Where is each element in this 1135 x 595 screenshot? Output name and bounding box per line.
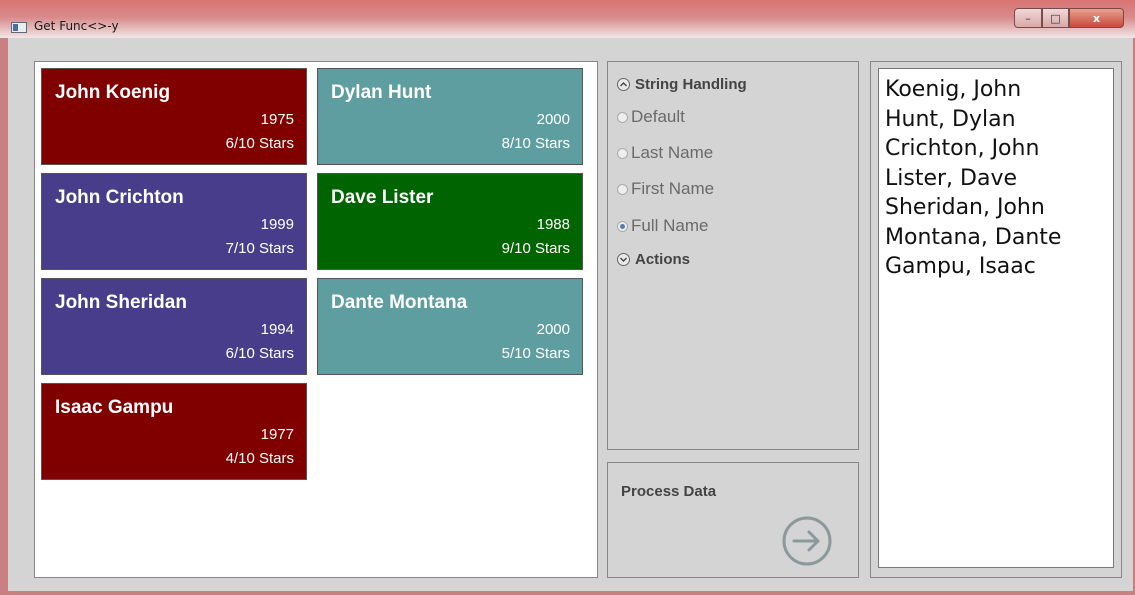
card-rating: 8/10 Stars	[501, 135, 570, 152]
card-rating: 6/10 Stars	[225, 345, 294, 362]
card-rating: 9/10 Stars	[501, 240, 570, 257]
radio-label: Last Name	[631, 143, 714, 162]
card-year: 2000	[536, 111, 570, 128]
radio-label: Full Name	[631, 216, 709, 235]
card-name: John Sheridan	[55, 292, 187, 313]
process-data-label: Process Data	[621, 483, 717, 500]
maximize-button[interactable]: □	[1042, 8, 1069, 28]
character-card[interactable]: Dante Montana 2000 5/10 Stars	[317, 278, 583, 375]
output-panel: Koenig, John Hunt, Dylan Crichton, John …	[870, 61, 1122, 578]
card-year: 1977	[260, 426, 294, 443]
arrow-right-circle-icon[interactable]	[781, 515, 833, 567]
card-year: 2000	[536, 321, 570, 338]
process-data-button[interactable]: Process Data	[607, 462, 859, 578]
minimize-icon: –	[1025, 11, 1031, 25]
character-card[interactable]: Dylan Hunt 2000 8/10 Stars	[317, 68, 583, 165]
chevron-up-icon[interactable]	[617, 78, 630, 91]
close-button[interactable]: x	[1069, 8, 1124, 28]
radio-button-icon[interactable]	[617, 183, 628, 195]
actions-label: Actions	[635, 251, 691, 268]
chevron-down-icon[interactable]	[617, 253, 630, 266]
card-name: Dylan Hunt	[331, 82, 432, 103]
card-year: 1975	[260, 111, 294, 128]
options-panel: String Handling Default Last Name First …	[607, 61, 859, 450]
output-textbox[interactable]: Koenig, John Hunt, Dylan Crichton, John …	[878, 68, 1114, 568]
actions-expander[interactable]: Actions	[617, 251, 690, 268]
radio-label: Default	[631, 107, 685, 126]
radio-button-icon[interactable]	[617, 111, 628, 123]
output-line: Koenig, John	[885, 77, 1022, 102]
radio-button-checked-icon[interactable]	[617, 220, 628, 232]
card-name: Dante Montana	[331, 292, 468, 313]
card-rating: 7/10 Stars	[225, 240, 294, 257]
card-name: Dave Lister	[331, 187, 434, 208]
card-name: John Koenig	[55, 82, 171, 103]
card-name: John Crichton	[55, 187, 184, 208]
output-line: Sheridan, John	[885, 195, 1045, 220]
output-line: Montana, Dante	[885, 224, 1062, 250]
card-year: 1999	[260, 216, 294, 233]
card-rating: 4/10 Stars	[225, 450, 294, 467]
window-frame-left	[0, 38, 8, 595]
radio-first-name[interactable]: First Name	[617, 179, 714, 199]
string-handling-expander[interactable]: String Handling	[617, 76, 747, 93]
radio-full-name[interactable]: Full Name	[617, 216, 708, 236]
card-name: Isaac Gampu	[55, 397, 174, 418]
output-line: Gampu, Isaac	[885, 254, 1036, 279]
card-rating: 5/10 Stars	[501, 345, 570, 362]
radio-default[interactable]: Default	[617, 107, 685, 127]
app-icon	[11, 22, 27, 33]
radio-label: First Name	[631, 179, 715, 198]
window-controls: – □ x	[1014, 8, 1124, 30]
output-line: Crichton, John	[885, 136, 1040, 161]
cards-panel: John Koenig 1975 6/10 Stars Dylan Hunt 2…	[34, 61, 598, 578]
minimize-button[interactable]: –	[1014, 8, 1042, 28]
character-card[interactable]: John Crichton 1999 7/10 Stars	[41, 173, 307, 270]
window-title: Get Func<>-y	[34, 19, 119, 33]
character-card[interactable]: John Sheridan 1994 6/10 Stars	[41, 278, 307, 375]
string-handling-label: String Handling	[635, 76, 747, 93]
radio-button-icon[interactable]	[617, 147, 628, 159]
card-rating: 6/10 Stars	[225, 135, 294, 152]
window-frame-bottom	[0, 591, 1135, 595]
app-window: Get Func<>-y – □ x John Koenig 1975 6/10…	[0, 0, 1135, 595]
title-bar[interactable]: Get Func<>-y – □ x	[0, 0, 1135, 38]
maximize-icon: □	[1050, 11, 1061, 25]
output-line: Hunt, Dylan	[885, 106, 1016, 132]
character-card[interactable]: Dave Lister 1988 9/10 Stars	[317, 173, 583, 270]
card-year: 1994	[260, 321, 294, 338]
card-year: 1988	[536, 216, 570, 233]
character-card[interactable]: Isaac Gampu 1977 4/10 Stars	[41, 383, 307, 480]
client-area: John Koenig 1975 6/10 Stars Dylan Hunt 2…	[8, 38, 1133, 591]
radio-last-name[interactable]: Last Name	[617, 143, 713, 163]
close-icon: x	[1092, 11, 1101, 25]
character-card[interactable]: John Koenig 1975 6/10 Stars	[41, 68, 307, 165]
output-line: Lister, Dave	[885, 165, 1017, 191]
